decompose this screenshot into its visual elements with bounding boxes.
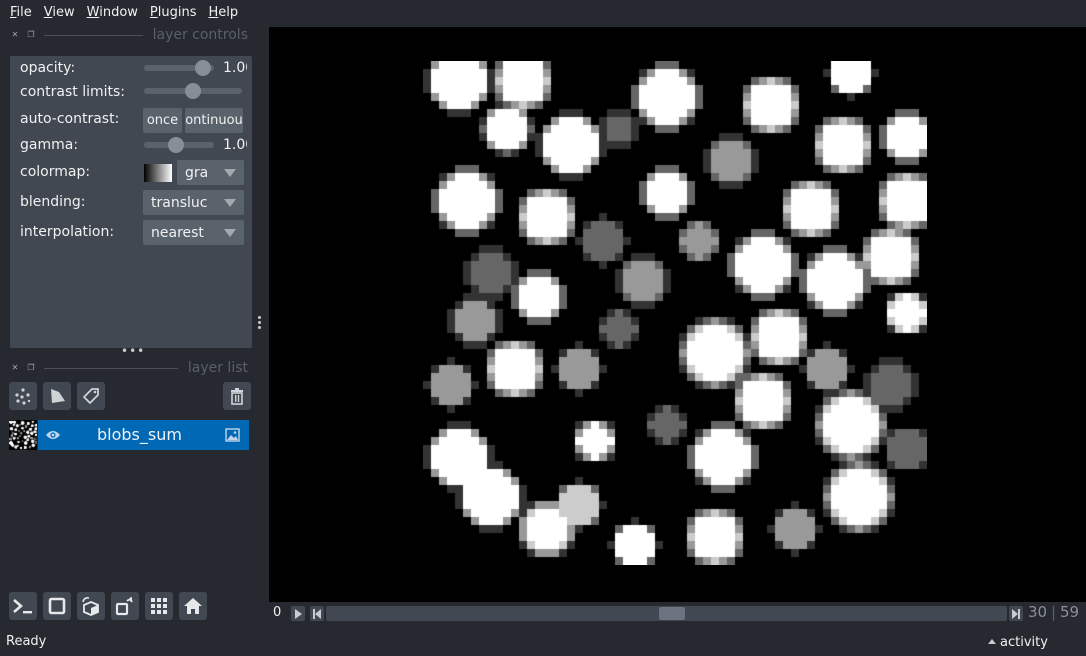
roll-dimensions-button[interactable] — [77, 592, 105, 620]
menu-plugins[interactable]: Plugins — [144, 5, 203, 20]
tag-icon — [83, 388, 99, 404]
frame-separator: | — [1051, 603, 1057, 621]
transpose-button[interactable] — [111, 592, 139, 620]
auto-contrast-once-button[interactable]: once — [143, 108, 182, 133]
play-button[interactable] — [291, 606, 305, 621]
colormap-label: colormap: — [20, 164, 91, 180]
current-frame[interactable]: 30 — [1028, 603, 1047, 621]
terminal-icon — [13, 599, 32, 614]
interpolation-value: nearest — [151, 224, 204, 241]
contrast-limits-label: contrast limits: — [20, 84, 125, 100]
opacity-value: 1.00 — [223, 60, 247, 76]
interpolation-dropdown[interactable]: nearest — [143, 220, 244, 245]
interpolation-label: interpolation: — [20, 224, 115, 240]
colormap-dropdown[interactable]: gra — [177, 160, 244, 185]
ndisplay-toggle-button[interactable] — [43, 592, 71, 620]
gamma-label: gamma: — [20, 137, 79, 153]
activity-label: activity — [1000, 635, 1048, 650]
chevron-down-icon — [224, 229, 236, 237]
float-dock-icon[interactable]: ❐ — [26, 30, 36, 40]
menubar: File View Window Plugins Help — [0, 0, 1086, 24]
colormap-value: gra — [185, 164, 209, 181]
layer-item-blobs-sum[interactable]: blobs_sum — [38, 420, 249, 450]
home-icon — [184, 598, 202, 614]
panel-resize-handle[interactable] — [258, 316, 264, 329]
dims-slider-track[interactable] — [326, 606, 1007, 621]
chevron-down-icon — [224, 169, 236, 177]
menu-window-label: indow — [99, 4, 138, 20]
delete-layer-button[interactable] — [223, 382, 251, 410]
gamma-slider[interactable] — [144, 137, 214, 153]
cube-roll-icon — [82, 597, 99, 616]
blending-label: blending: — [20, 194, 86, 210]
layer-list-title: layer list — [187, 360, 248, 376]
viewer-canvas[interactable] — [269, 27, 1086, 602]
auto-contrast-continuous-button[interactable]: ontinuou — [185, 108, 243, 133]
layer-thumbnail — [9, 420, 37, 450]
new-labels-layer-button[interactable] — [77, 382, 105, 410]
image-layer-icon — [225, 428, 240, 442]
menu-help-mnemonic: H — [208, 4, 219, 20]
step-last-button[interactable] — [1009, 606, 1023, 621]
menu-plugins-label: lugins — [157, 4, 197, 20]
skip-forward-icon — [1012, 608, 1020, 619]
blending-value: transluc — [151, 194, 208, 211]
step-first-button[interactable] — [310, 606, 324, 621]
gamma-slider-handle[interactable] — [168, 137, 185, 153]
close-dock-icon[interactable]: ✕ — [10, 363, 20, 373]
max-frame: 59 — [1060, 603, 1080, 621]
auto-contrast-label: auto-contrast: — [20, 111, 120, 127]
caret-up-icon — [988, 639, 996, 644]
blending-dropdown[interactable]: transluc — [143, 190, 244, 215]
close-dock-icon[interactable]: ✕ — [10, 30, 20, 40]
menu-help[interactable]: Help — [203, 5, 245, 20]
new-shapes-layer-button[interactable] — [43, 382, 71, 410]
dock-splitter-handle[interactable]: ••• — [121, 344, 145, 358]
menu-window[interactable]: Window — [81, 5, 144, 20]
layer-controls-title: layer controls — [152, 27, 248, 43]
menu-plugins-mnemonic: P — [149, 4, 158, 20]
colormap-preview — [144, 164, 172, 182]
opacity-label: opacity: — [20, 60, 76, 76]
float-dock-icon[interactable]: ❐ — [26, 363, 36, 373]
contrast-limits-slider[interactable] — [144, 83, 242, 99]
menu-help-label: elp — [218, 4, 239, 20]
opacity-slider-handle[interactable] — [195, 60, 212, 76]
gamma-value: 1.00 — [223, 137, 247, 153]
grid-icon — [151, 598, 167, 614]
menu-window-mnemonic: W — [86, 4, 100, 20]
title-divider — [44, 367, 178, 369]
layer-name[interactable]: blobs_sum — [97, 425, 182, 444]
dims-slider-bar: 0 30 | 59 — [269, 602, 1086, 624]
menu-view-label: iew — [52, 4, 75, 20]
menu-file[interactable]: File — [4, 5, 38, 20]
shapes-icon — [51, 389, 65, 403]
title-divider — [44, 34, 143, 36]
blobs-image — [423, 61, 927, 565]
trash-icon — [231, 388, 243, 405]
transpose-icon — [115, 597, 133, 616]
points-icon — [15, 388, 31, 405]
grid-view-button[interactable] — [145, 592, 173, 620]
opacity-slider[interactable] — [144, 60, 214, 76]
home-button[interactable] — [179, 592, 207, 620]
layer-controls-title-bar: ✕ ❐ layer controls — [10, 27, 248, 43]
square-2d-icon — [48, 597, 66, 615]
skip-back-icon — [313, 608, 321, 619]
menu-view[interactable]: View — [38, 5, 81, 20]
status-text: Ready — [6, 634, 47, 649]
new-points-layer-button[interactable] — [9, 382, 37, 410]
axis-label: 0 — [273, 605, 282, 620]
chevron-down-icon — [224, 199, 236, 207]
menu-file-label: ile — [16, 4, 32, 20]
play-icon — [295, 608, 302, 619]
contrast-limits-slider-handle[interactable] — [185, 83, 201, 99]
layer-controls-panel: opacity: 1.00 contrast limits: auto-cont… — [10, 56, 252, 348]
eye-icon[interactable] — [45, 429, 61, 441]
layer-list-title-bar: ✕ ❐ layer list — [10, 360, 248, 376]
console-button[interactable] — [9, 592, 37, 620]
activity-button[interactable]: activity — [988, 635, 1048, 650]
dims-slider-handle[interactable] — [659, 607, 686, 620]
